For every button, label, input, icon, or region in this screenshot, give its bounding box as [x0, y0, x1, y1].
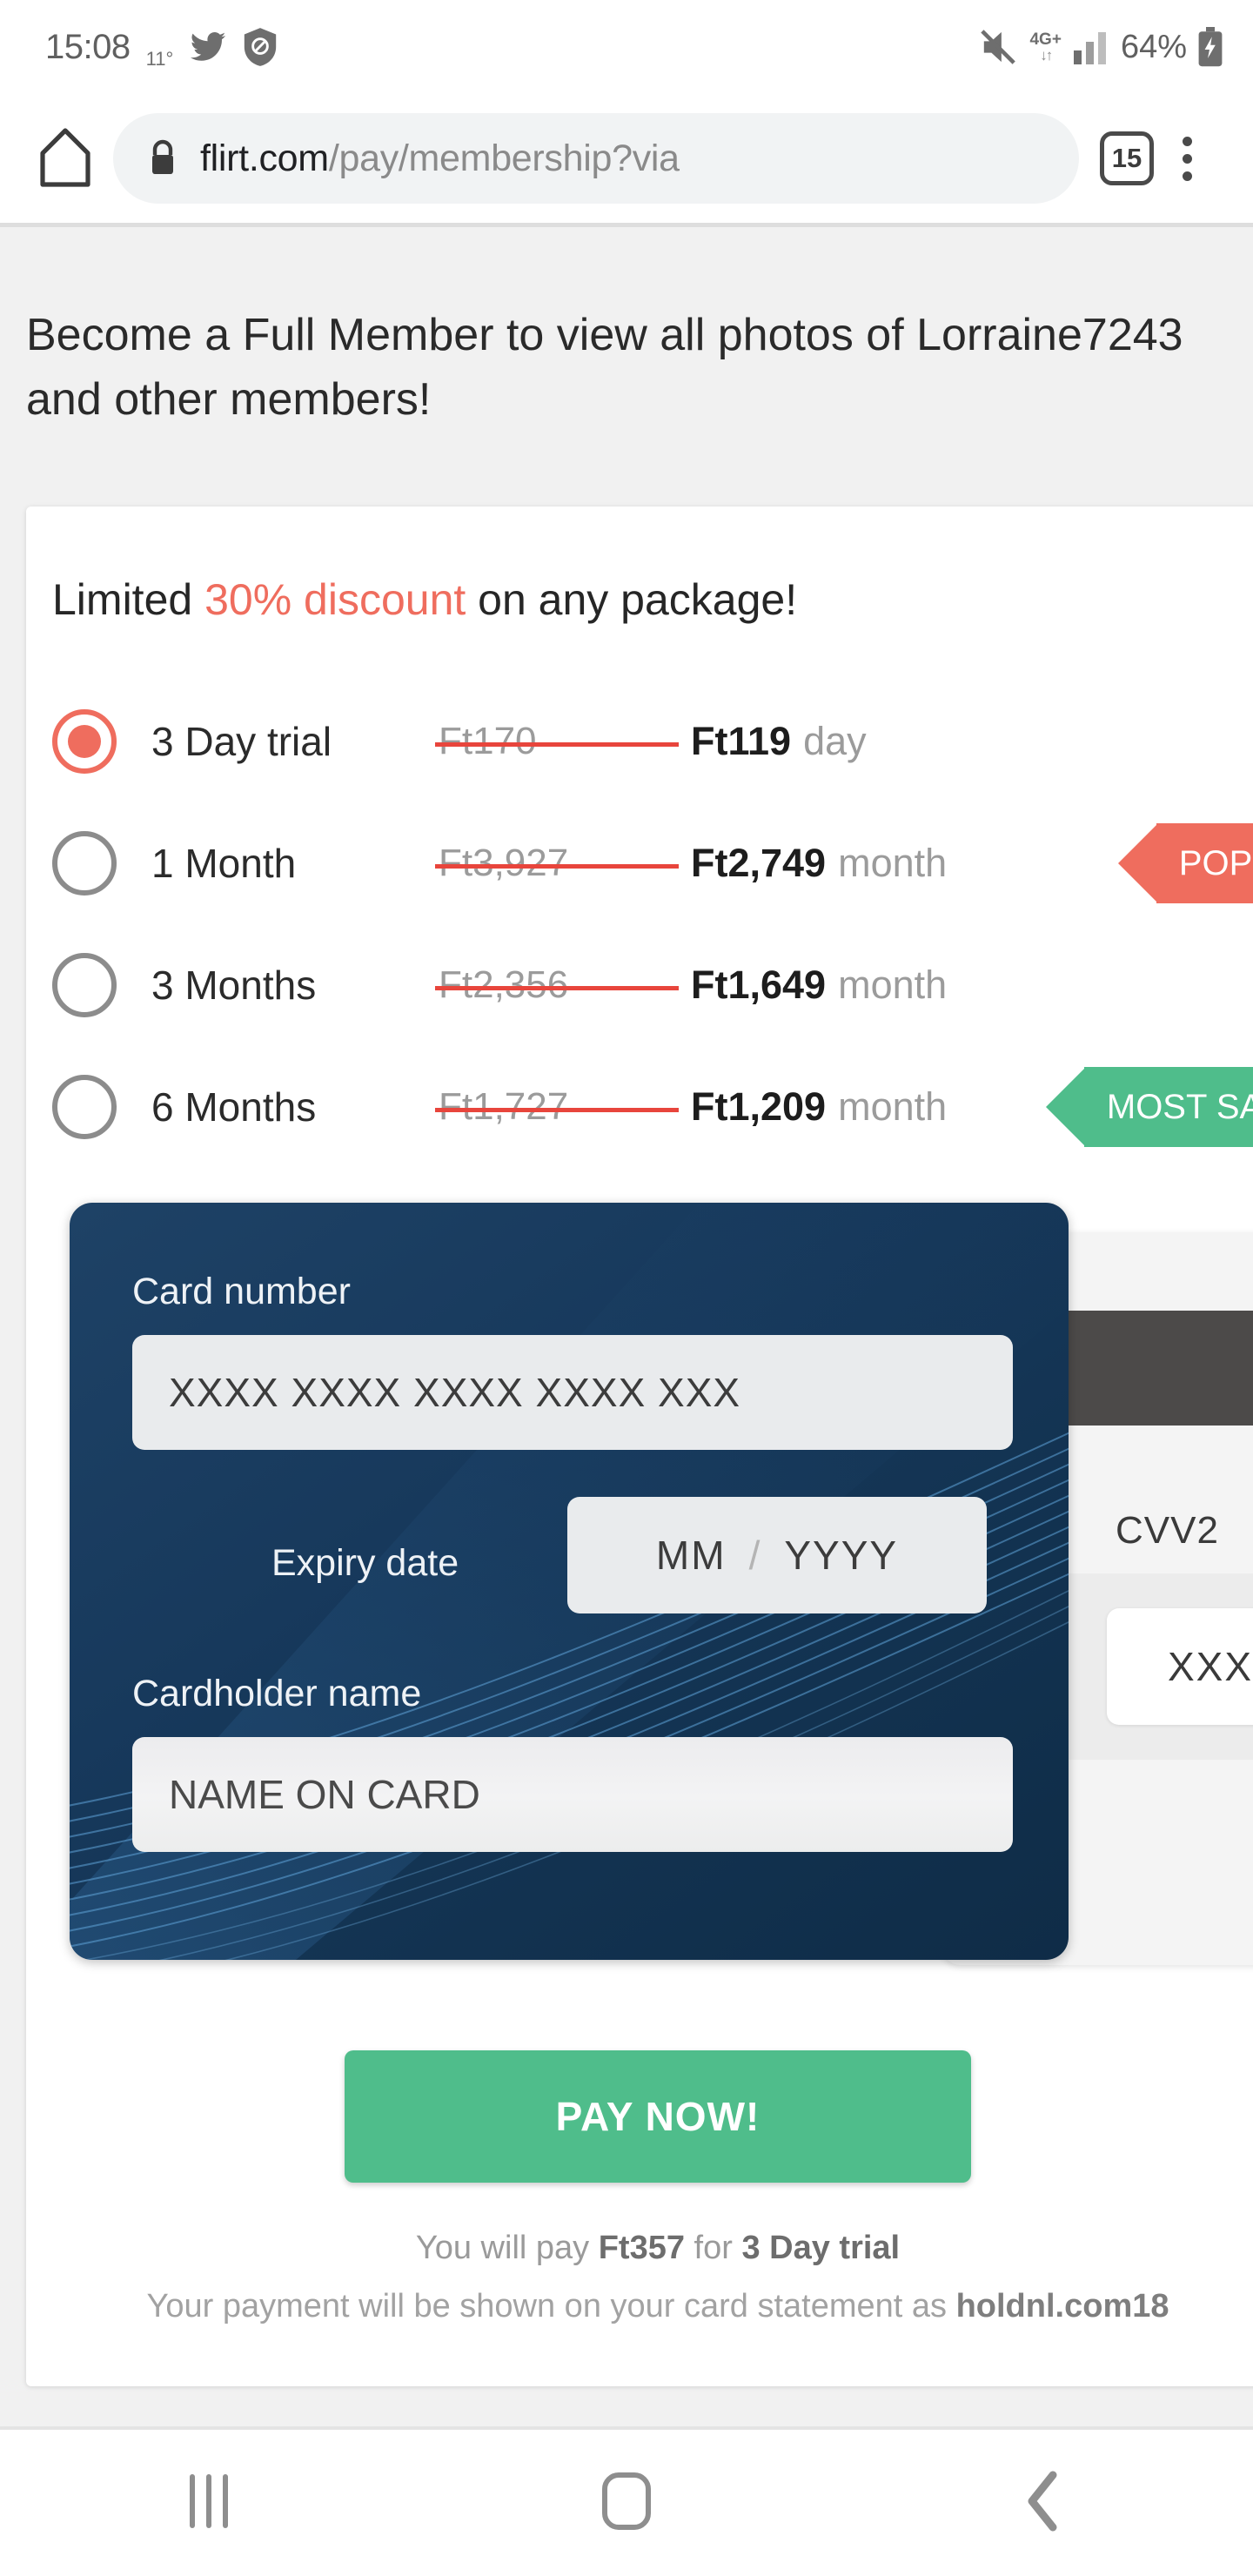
expiry-date-input[interactable]: MM / YYYY: [567, 1497, 987, 1613]
payment-summary-amount: Ft357: [598, 2230, 685, 2266]
home-button[interactable]: [33, 127, 97, 190]
expiry-date-label: Expiry date: [271, 1542, 459, 1584]
battery-percentage: 64%: [1120, 28, 1187, 65]
plan-name: 6 Months: [151, 1084, 317, 1130]
plan-old-price: Ft1,727: [435, 1085, 691, 1129]
pay-now-button[interactable]: PAY NOW!: [345, 2050, 971, 2183]
plan-name: 3 Day trial: [151, 719, 332, 764]
plan-name: 1 Month: [151, 841, 297, 886]
plan-radio[interactable]: [52, 709, 117, 774]
navbar-divider: [0, 2426, 1253, 2430]
status-time: 15:08: [45, 27, 131, 66]
home-square-icon: [602, 2472, 651, 2530]
payment-summary-prefix: You will pay: [415, 2230, 599, 2266]
statement-descriptor-merchant: holdnl.com18: [955, 2288, 1169, 2324]
signal-bars-icon: [1072, 30, 1110, 64]
plan-new-price: Ft1,649: [691, 963, 827, 1007]
plan-option-3-day-trial[interactable]: 3 Day trial Ft170 Ft119 day: [26, 681, 1253, 802]
status-bar-left: 15:08 11°: [45, 23, 278, 70]
cvv-label: CVV2: [1116, 1509, 1219, 1552]
status-temperature: 11°: [145, 48, 174, 70]
headline-line-2: and other members!: [26, 373, 432, 425]
card-number-input[interactable]: XXXX XXXX XXXX XXXX XXX: [132, 1335, 1013, 1450]
membership-panel: Limited 30% discount on any package! 3 D…: [26, 506, 1253, 2386]
plan-old-price: Ft3,927: [435, 842, 691, 885]
plan-old-price: Ft2,356: [435, 963, 691, 1007]
page-headline: Become a Full Member to view all photos …: [0, 227, 1253, 433]
web-page-viewport: Become a Full Member to view all photos …: [0, 227, 1253, 2426]
status-bar: 15:08 11° 4G+ ↓↑ 64%: [0, 0, 1253, 94]
discount-highlight: 30% discount: [204, 575, 466, 624]
plan-option-6-months[interactable]: 6 Months Ft1,727 Ft1,209 month MOST SAVI…: [26, 1046, 1253, 1168]
plan-option-3-months[interactable]: 3 Months Ft2,356 Ft1,649 month: [26, 924, 1253, 1046]
plan-badge-popular: POPULAR: [1117, 823, 1253, 903]
plan-new-price: Ft2,749: [691, 841, 827, 885]
browser-toolbar: flirt.com/pay/membership?via 15: [0, 94, 1253, 223]
payment-summary-middle: for: [685, 2230, 742, 2266]
url-path: /pay/membership?via: [328, 137, 680, 179]
discount-suffix: on any package!: [466, 575, 798, 624]
cardholder-name-label: Cardholder name: [132, 1673, 422, 1714]
plan-new-price: Ft119: [691, 719, 792, 763]
plan-badge-most-saving: MOST SAVING: [1045, 1067, 1253, 1147]
pay-button-container: PAY NOW!: [26, 2050, 1253, 2183]
network-type-label: 4G+: [1029, 30, 1062, 49]
plan-name: 3 Months: [151, 963, 317, 1008]
back-button[interactable]: [835, 2470, 1253, 2532]
address-bar-url: flirt.com/pay/membership?via: [200, 138, 680, 180]
plan-new-price: Ft1,209: [691, 1084, 827, 1129]
home-button-nav[interactable]: [418, 2472, 835, 2530]
plan-radio[interactable]: [52, 953, 117, 1017]
status-bar-right: 4G+ ↓↑ 64%: [979, 27, 1223, 67]
card-entry-area: CVV2 XXX Card number XXXX XXXX XXXX XXXX…: [26, 1203, 1253, 1995]
plan-radio[interactable]: [52, 1075, 117, 1139]
twitter-bird-icon: [189, 28, 227, 66]
tab-switcher-button[interactable]: 15: [1100, 131, 1154, 185]
recents-button[interactable]: [0, 2474, 418, 2528]
statement-descriptor: Your payment will be shown on your card …: [26, 2288, 1253, 2325]
network-traffic-arrows: ↓↑: [1040, 47, 1053, 64]
cvv-input[interactable]: XXX: [1107, 1608, 1253, 1725]
battery-charging-icon: [1197, 27, 1223, 67]
payment-summary: You will pay Ft357 for 3 Day trial: [26, 2230, 1253, 2267]
discount-banner: Limited 30% discount on any package!: [26, 506, 1253, 625]
back-chevron-icon: [1028, 2471, 1057, 2532]
expiry-year-placeholder: YYYY: [784, 1533, 899, 1578]
plan-period: month: [838, 963, 948, 1007]
address-bar[interactable]: flirt.com/pay/membership?via: [113, 113, 1079, 204]
card-number-label: Card number: [132, 1271, 351, 1312]
home-icon: [40, 128, 90, 187]
credit-card-front-graphic: Card number XXXX XXXX XXXX XXXX XXX Expi…: [70, 1203, 1069, 1960]
volume-muted-icon: [979, 29, 1019, 65]
cardholder-name-input[interactable]: NAME ON CARD: [132, 1737, 1013, 1852]
expiry-month-placeholder: MM: [655, 1533, 727, 1578]
payment-footer: You will pay Ft357 for 3 Day trial Your …: [26, 2230, 1253, 2386]
plan-radio[interactable]: [52, 831, 117, 896]
expiry-separator: /: [748, 1533, 762, 1578]
plan-period: month: [838, 1084, 948, 1129]
discount-prefix: Limited: [52, 575, 205, 624]
headline-line-1: Become a Full Member to view all photos …: [26, 310, 1183, 360]
android-navigation-bar: [0, 2426, 1253, 2576]
url-host: flirt.com: [200, 137, 329, 179]
payment-summary-plan: 3 Day trial: [741, 2230, 901, 2266]
cardholder-name-placeholder: NAME ON CARD: [169, 1772, 480, 1817]
recents-icon: [190, 2474, 228, 2528]
plan-option-1-month[interactable]: 1 Month Ft3,927 Ft2,749 month POPULAR: [26, 802, 1253, 924]
plan-period: month: [838, 841, 948, 885]
plan-period: day: [803, 719, 867, 763]
plan-list: 3 Day trial Ft170 Ft119 day 1 Month Ft3,…: [26, 681, 1253, 1168]
overflow-menu-icon[interactable]: [1154, 136, 1220, 181]
shield-block-icon: [243, 28, 278, 66]
plan-old-price: Ft170: [435, 720, 691, 763]
network-type-indicator: 4G+ ↓↑: [1029, 31, 1061, 63]
statement-descriptor-prefix: Your payment will be shown on your card …: [146, 2288, 956, 2324]
lock-icon: [148, 139, 178, 178]
